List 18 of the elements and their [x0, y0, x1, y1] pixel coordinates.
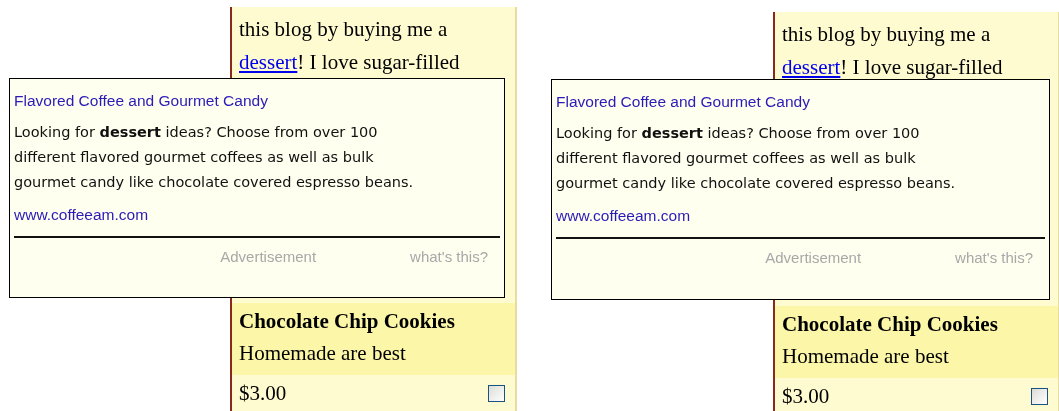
ad-description: Looking for dessert ideas? Choose from over 100 different flavored gourmet coffees as well as bulk gourmet candy like chocolate covered espresso beans. [556, 124, 957, 193]
item-checkbox[interactable] [488, 385, 505, 402]
item-description: Homemade are best [782, 343, 950, 370]
ad-url-link[interactable]: www.coffeeam.com [14, 205, 149, 225]
item-title: Chocolate Chip Cookies [239, 308, 456, 335]
item-title: Chocolate Chip Cookies [782, 311, 999, 338]
dessert-link[interactable]: dessert [239, 50, 298, 74]
ad-url-link[interactable]: www.coffeeam.com [556, 206, 691, 226]
post-text: this blog by buying me a dessert! I love sugar-filled [239, 16, 461, 76]
ad-description: Looking for dessert ideas? Choose from over 100 different flavored gourmet coffees as well as bulk gourmet candy like chocolate covered espresso beans. [14, 123, 415, 192]
item-price: $3.00 [782, 384, 830, 409]
ad-title-link[interactable]: Flavored Coffee and Gourmet Candy [556, 92, 810, 112]
item-checkbox[interactable] [1031, 388, 1048, 405]
advertisement-label: Advertisement [765, 248, 862, 268]
advertisement-label: Advertisement [220, 247, 317, 267]
item-price: $3.00 [239, 381, 287, 406]
ad-title-link[interactable]: Flavored Coffee and Gourmet Candy [14, 91, 268, 111]
item-description: Homemade are best [239, 340, 407, 367]
